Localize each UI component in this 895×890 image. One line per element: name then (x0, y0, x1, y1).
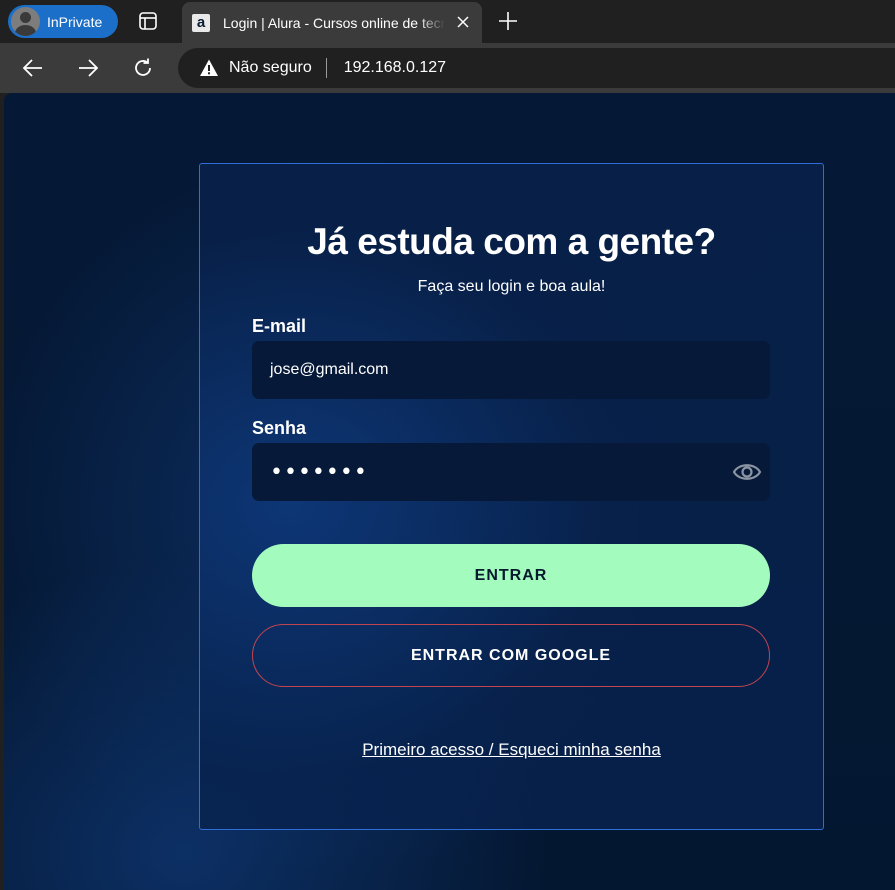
password-field[interactable]: ••••••• (252, 443, 770, 501)
back-button[interactable] (20, 55, 46, 81)
refresh-button[interactable] (130, 55, 156, 81)
password-value: ••••••• (270, 459, 368, 485)
login-card: Já estuda com a gente? Faça seu login e … (199, 163, 824, 830)
user-avatar-icon (11, 7, 40, 36)
password-label: Senha (252, 418, 307, 438)
alura-favicon-icon: a (192, 13, 210, 32)
inprivate-button[interactable]: InPrivate (8, 5, 118, 38)
forward-icon (79, 59, 99, 77)
page-title: Já estuda com a gente? (307, 221, 716, 262)
email-value: jose@gmail.com (270, 361, 389, 378)
warning-icon (200, 59, 218, 76)
tabs-icon (139, 12, 157, 30)
email-label: E-mail (252, 316, 307, 336)
submit-button[interactable]: ENTRAR (252, 544, 770, 607)
browser-tab-bar: InPrivate a Login | Alura - Cursos onlin… (0, 0, 895, 43)
page-subtitle: Faça seu login e boa aula! (417, 278, 606, 295)
inprivate-label: InPrivate (47, 13, 103, 30)
refresh-icon (135, 58, 151, 76)
tab-title: Login | Alura - Cursos online de tecnolo… (223, 14, 445, 31)
address-bar[interactable]: Não seguro 192.168.0.127 (178, 48, 895, 88)
forward-button[interactable] (75, 55, 101, 81)
security-status[interactable]: Não seguro (229, 59, 312, 77)
address-separator (325, 58, 327, 78)
google-login-button[interactable]: ENTRAR COM GOOGLE (252, 624, 770, 687)
tab-actions-button[interactable] (136, 10, 160, 32)
back-icon (22, 59, 42, 77)
eye-icon[interactable] (732, 458, 762, 486)
page-viewport: Já estuda com a gente? Faça seu login e … (4, 93, 895, 890)
email-field[interactable]: jose@gmail.com (252, 341, 770, 399)
url-text[interactable]: 192.168.0.127 (344, 59, 446, 77)
plus-icon[interactable] (497, 10, 519, 32)
forgot-password-link[interactable]: Primeiro acesso / Esqueci minha senha (200, 740, 823, 760)
close-icon[interactable] (456, 15, 470, 29)
tab-active[interactable]: a Login | Alura - Cursos online de tecno… (182, 2, 482, 43)
browser-nav-bar: Não seguro 192.168.0.127 (0, 43, 895, 93)
